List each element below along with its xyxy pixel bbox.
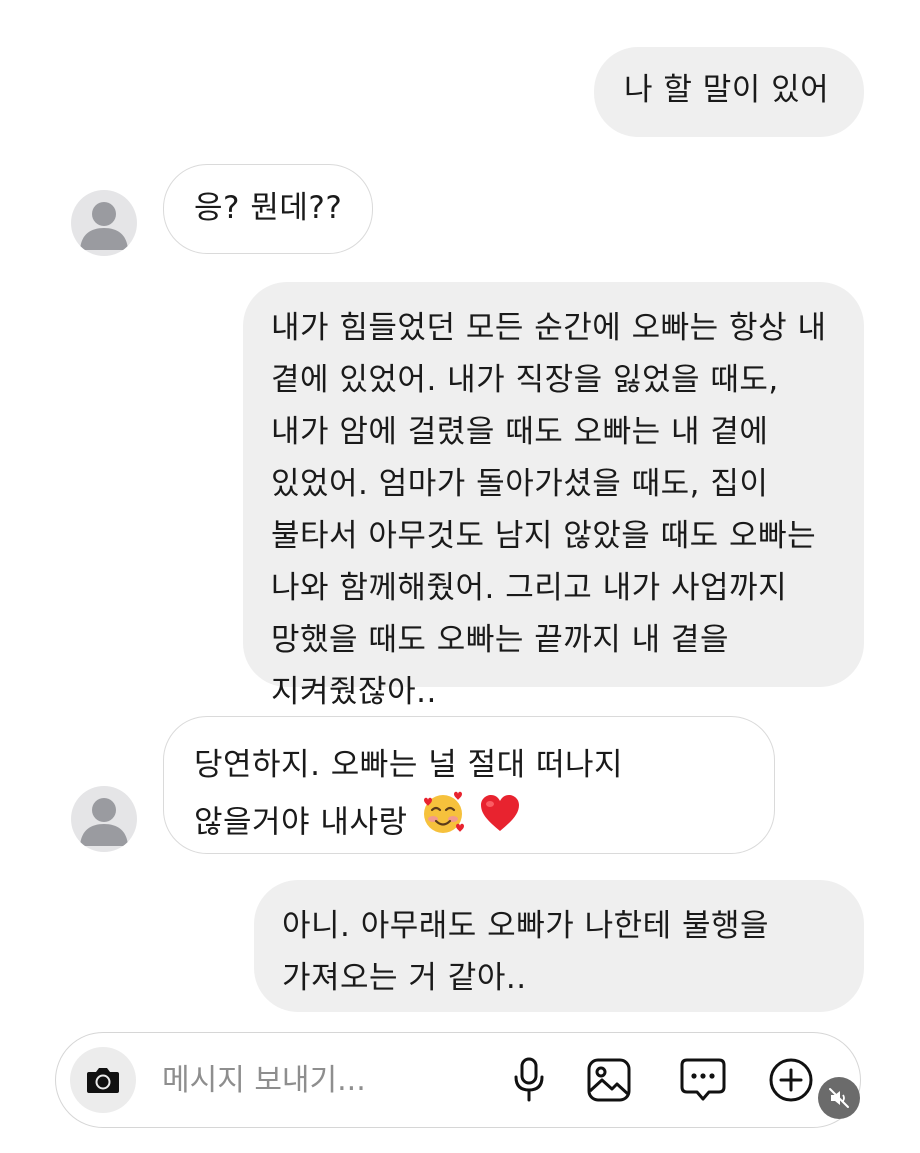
message-bubble-outgoing[interactable]: 나 할 말이 있어	[594, 47, 864, 137]
message-composer	[55, 1032, 861, 1128]
chat-bubble-icon	[680, 1058, 726, 1101]
smiling-face-with-hearts-icon	[418, 788, 468, 854]
message-text: 내가 힘들었던 모든 순간에 오빠는 항상 내 곁에 있었어. 내가 직장을 잃…	[271, 310, 827, 710]
message-bubble-incoming[interactable]: 응? 뭔데??	[163, 164, 373, 254]
camera-button[interactable]	[70, 1047, 136, 1113]
microphone-icon	[514, 1057, 544, 1102]
default-profile-icon	[80, 202, 128, 250]
message-text: 당연하지. 오빠는 널 절대 떠나지 않을거야 내사랑	[194, 747, 624, 841]
contact-avatar[interactable]	[71, 190, 137, 256]
more-options-button[interactable]	[766, 1055, 816, 1105]
red-heart-icon	[478, 791, 522, 851]
default-profile-icon	[80, 798, 128, 846]
voice-message-button[interactable]	[504, 1055, 554, 1105]
add-circle-icon	[769, 1058, 813, 1102]
message-text: 나 할 말이 있어	[624, 72, 830, 108]
message-text: 응? 뭔데??	[194, 190, 343, 226]
message-bubble-incoming[interactable]: 당연하지. 오빠는 널 절대 떠나지 않을거야 내사랑	[163, 716, 775, 854]
gallery-button[interactable]	[584, 1055, 634, 1105]
message-bubble-outgoing[interactable]: 내가 힘들었던 모든 순간에 오빠는 항상 내 곁에 있었어. 내가 직장을 잃…	[243, 282, 864, 710]
message-input[interactable]	[162, 1055, 482, 1105]
message-text: 아니. 아무래도 오빠가 나한테 불행을 가져오는 거 같아..	[282, 908, 770, 996]
sticker-button[interactable]	[678, 1055, 728, 1105]
mute-toggle[interactable]	[818, 1077, 860, 1119]
message-thread: 나 할 말이 있어 응? 뭔데?? 내가 힘들었던 모든 순간에 오빠는 항상 …	[0, 0, 920, 1030]
message-bubble-outgoing[interactable]: 아니. 아무래도 오빠가 나한테 불행을 가져오는 거 같아..	[254, 880, 864, 1012]
camera-icon	[87, 1068, 119, 1093]
image-icon	[587, 1058, 631, 1102]
contact-avatar[interactable]	[71, 786, 137, 852]
mute-icon	[829, 1088, 849, 1108]
